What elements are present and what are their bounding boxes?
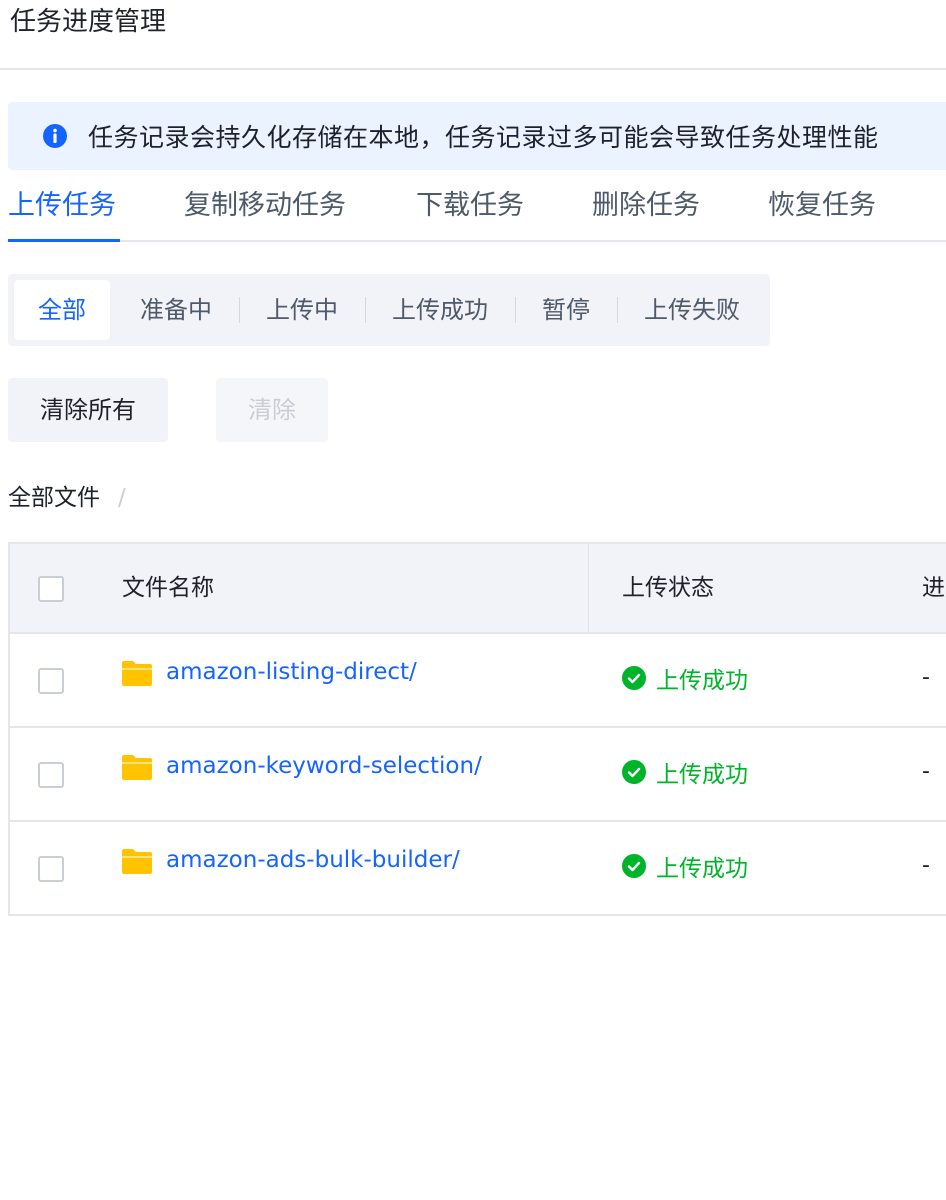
status-text: 上传成功 <box>656 856 748 882</box>
file-name-link[interactable]: amazon-keyword-selection/ <box>166 748 482 784</box>
filter-preparing[interactable]: 准备中 <box>126 280 226 340</box>
notice-banner: 任务记录会持久化存储在本地，任务记录过多可能会导致任务处理性能 <box>8 102 946 170</box>
row-checkbox[interactable] <box>38 856 64 882</box>
task-table: 文件名称 上传状态 进度 amazon-listing-direct/ 上传成功… <box>8 542 946 916</box>
info-icon <box>43 124 67 148</box>
filter-paused[interactable]: 暂停 <box>528 280 604 340</box>
filter-separator <box>239 297 240 323</box>
status-badge: 上传成功 <box>622 754 748 790</box>
filter-separator <box>617 297 618 323</box>
clear-button: 清除 <box>216 378 328 442</box>
folder-icon <box>122 849 152 874</box>
status-badge: 上传成功 <box>622 660 748 696</box>
filter-separator <box>515 297 516 323</box>
table-row: amazon-ads-bulk-builder/ 上传成功 - <box>10 822 946 914</box>
table-header: 文件名称 上传状态 进度 <box>10 544 946 634</box>
file-name-link[interactable]: amazon-ads-bulk-builder/ <box>166 842 460 878</box>
clear-all-button[interactable]: 清除所有 <box>8 378 168 442</box>
folder-icon <box>122 661 152 686</box>
tab-restore[interactable]: 恢复任务 <box>768 186 876 228</box>
breadcrumb-root[interactable]: 全部文件 <box>8 485 100 511</box>
row-checkbox[interactable] <box>38 668 64 694</box>
task-progress-page: 任务进度管理 任务记录会持久化存储在本地，任务记录过多可能会导致任务处理性能 上… <box>0 0 946 1200</box>
filter-all[interactable]: 全部 <box>14 280 110 340</box>
breadcrumb-separator: / <box>118 485 126 511</box>
folder-icon <box>122 755 152 780</box>
status-filter-bar: 全部 准备中 上传中 上传成功 暂停 上传失败 <box>8 274 770 346</box>
column-divider <box>588 544 589 632</box>
tab-copy-move[interactable]: 复制移动任务 <box>184 186 346 228</box>
column-header-upload-status: 上传状态 <box>622 575 714 601</box>
row-checkbox[interactable] <box>38 762 64 788</box>
tab-download[interactable]: 下载任务 <box>416 186 524 228</box>
filter-separator <box>365 297 366 323</box>
status-text: 上传成功 <box>656 762 748 788</box>
progress-value: - <box>922 759 930 784</box>
check-circle-icon <box>622 760 646 784</box>
file-name-link[interactable]: amazon-listing-direct/ <box>166 654 417 690</box>
select-all-checkbox[interactable] <box>38 576 64 602</box>
filter-upload-failed[interactable]: 上传失败 <box>630 280 754 340</box>
status-badge: 上传成功 <box>622 848 748 884</box>
progress-value: - <box>922 665 930 690</box>
check-circle-icon <box>622 854 646 878</box>
page-title: 任务进度管理 <box>10 7 167 37</box>
status-text: 上传成功 <box>656 668 748 694</box>
table-row: amazon-keyword-selection/ 上传成功 - <box>10 728 946 822</box>
notice-text: 任务记录会持久化存储在本地，任务记录过多可能会导致任务处理性能 <box>88 123 879 152</box>
filter-uploading[interactable]: 上传中 <box>252 280 352 340</box>
progress-value: - <box>922 853 930 878</box>
tab-delete[interactable]: 删除任务 <box>592 186 700 228</box>
column-header-file-name: 文件名称 <box>122 575 214 601</box>
table-row: amazon-listing-direct/ 上传成功 - <box>10 634 946 728</box>
task-type-tabs: 上传任务 复制移动任务 下载任务 删除任务 恢复任务 <box>8 172 946 242</box>
filter-upload-success[interactable]: 上传成功 <box>378 280 502 340</box>
tab-upload[interactable]: 上传任务 <box>8 186 116 228</box>
title-divider <box>0 68 946 70</box>
tab-active-indicator <box>8 239 120 242</box>
breadcrumb: 全部文件 / <box>8 480 126 516</box>
check-circle-icon <box>622 666 646 690</box>
column-header-progress: 进度 <box>922 575 946 601</box>
